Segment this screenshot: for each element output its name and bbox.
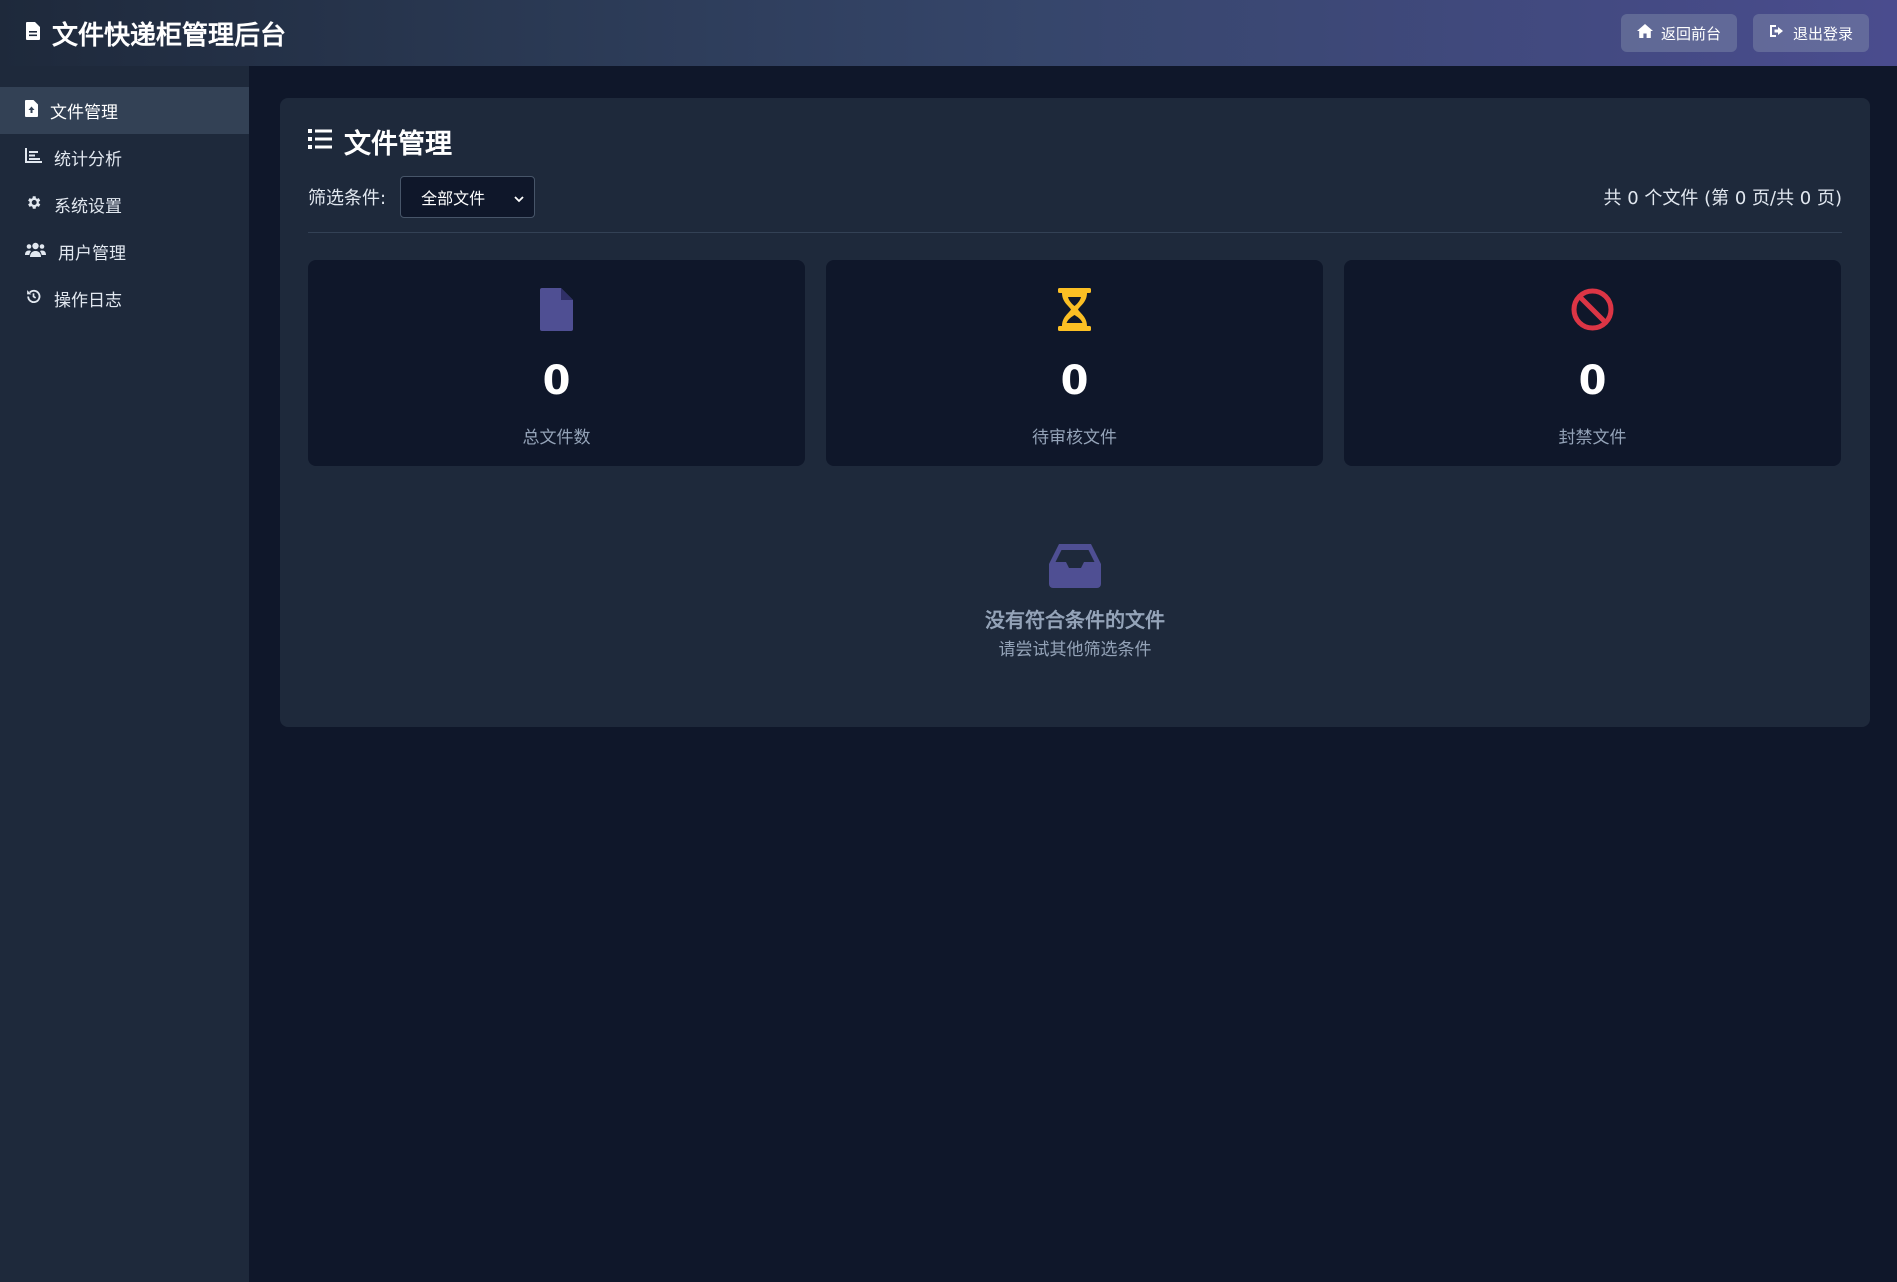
file-count: 共 0 个文件 (第 0 页/共 0 页) [1603, 188, 1842, 209]
stat-value: 0 [542, 358, 571, 404]
stat-card-total: 0 总文件数 [308, 260, 805, 466]
sidebar-item-users[interactable]: 用户管理 [0, 228, 249, 275]
users-icon [25, 242, 46, 262]
stat-label: 总文件数 [522, 428, 591, 448]
filter-label: 筛选条件: [308, 188, 387, 209]
stat-card-pending: 0 待审核文件 [826, 260, 1323, 466]
file-management-panel: 文件管理 筛选条件: 全部文件 共 0 个文件 (第 0 页/共 0 页) 0 … [280, 98, 1870, 727]
stat-card-banned: 0 封禁文件 [1344, 260, 1841, 466]
empty-state-subtitle: 请尝试其他筛选条件 [998, 640, 1152, 660]
hourglass-icon [1058, 288, 1091, 335]
logout-icon [1769, 24, 1785, 42]
gear-icon [25, 194, 42, 216]
app-title: 文件快递柜管理后台 [52, 20, 287, 51]
filter-select[interactable]: 全部文件 [400, 176, 536, 218]
filter-select-value: 全部文件 [421, 189, 486, 208]
sidebar-item-logs[interactable]: 操作日志 [0, 275, 249, 322]
home-button-label: 返回前台 [1660, 24, 1721, 43]
sidebar-item-label: 用户管理 [58, 244, 126, 264]
chevron-down-icon [514, 188, 524, 207]
stat-label: 待审核文件 [1032, 428, 1117, 448]
brand: 文件快递柜管理后台 [26, 15, 286, 52]
logout-button-label: 退出登录 [1792, 24, 1853, 43]
logout-button[interactable]: 退出登录 [1752, 14, 1869, 52]
sidebar-item-settings[interactable]: 系统设置 [0, 181, 249, 228]
file-upload-icon [25, 99, 38, 122]
filter-group: 筛选条件: 全部文件 [308, 176, 536, 218]
ban-icon [1571, 288, 1614, 335]
stat-value: 0 [1578, 358, 1607, 404]
empty-state: 没有符合条件的文件 请尝试其他筛选条件 [308, 542, 1842, 660]
sidebar-item-files[interactable]: 文件管理 [0, 87, 249, 134]
home-icon [1636, 24, 1653, 42]
list-icon [308, 128, 332, 154]
stat-value: 0 [1060, 358, 1089, 404]
page-title: 文件管理 [344, 128, 452, 160]
chart-icon [25, 147, 42, 168]
sidebar: 文件管理 统计分析 系统设置 用户管理 操作日志 [0, 66, 249, 1282]
home-button[interactable]: 返回前台 [1620, 14, 1737, 52]
sidebar-item-label: 系统设置 [54, 197, 122, 217]
stat-label: 封禁文件 [1558, 428, 1627, 448]
stats-row: 0 总文件数 0 待审核文件 0 封禁文件 [308, 260, 1842, 466]
sidebar-item-label: 文件管理 [50, 103, 118, 123]
file-icon [26, 22, 40, 44]
panel-header: 文件管理 [308, 122, 1842, 160]
top-header: 文件快递柜管理后台 返回前台 退出登录 [0, 0, 1897, 66]
sidebar-item-label: 操作日志 [54, 291, 122, 311]
sidebar-item-label: 统计分析 [54, 150, 122, 170]
history-icon [25, 288, 42, 310]
inbox-icon [1049, 542, 1101, 592]
sidebar-item-stats[interactable]: 统计分析 [0, 134, 249, 181]
header-actions: 返回前台 退出登录 [1620, 14, 1869, 52]
filter-bar: 筛选条件: 全部文件 共 0 个文件 (第 0 页/共 0 页) [308, 176, 1842, 233]
file-icon [540, 288, 573, 335]
empty-state-title: 没有符合条件的文件 [985, 608, 1165, 632]
